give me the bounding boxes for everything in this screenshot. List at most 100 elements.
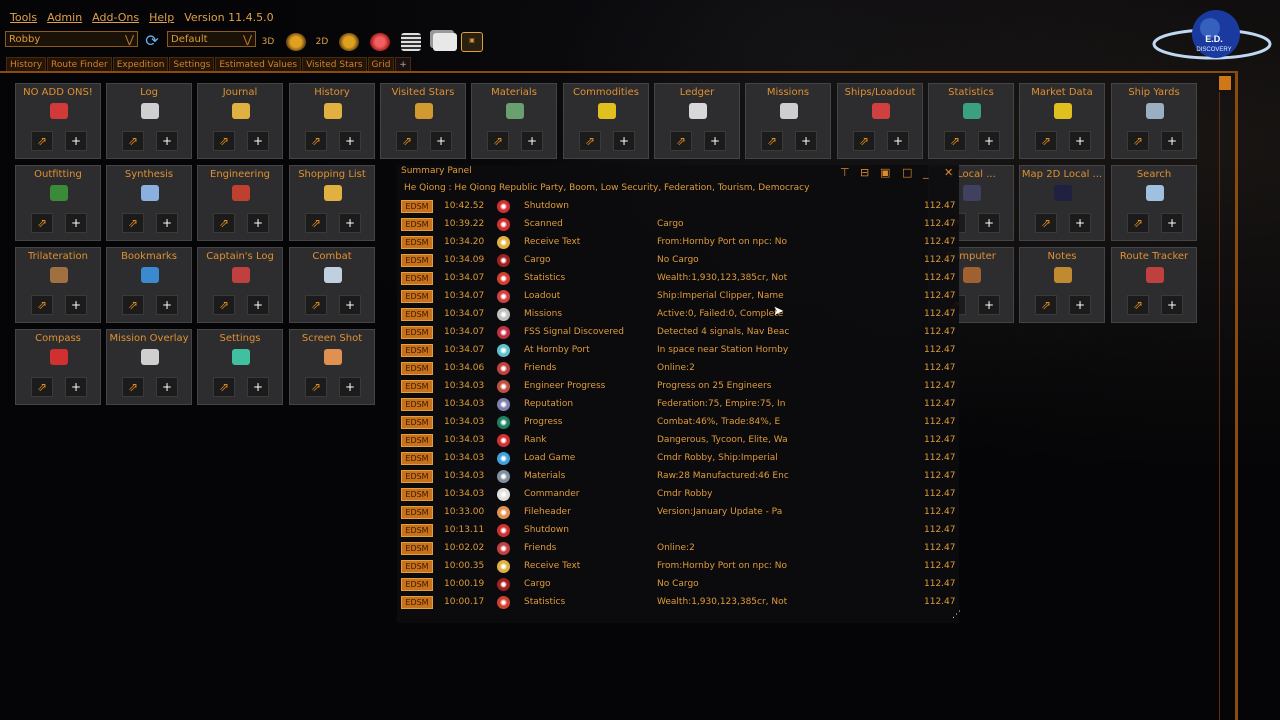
edsm-badge[interactable]: EDSM [401,326,433,339]
popout-icon[interactable]: ⇗ [31,131,53,151]
popout-icon[interactable]: ⇗ [305,377,327,397]
popout-icon[interactable]: ⇗ [213,377,235,397]
summary-row[interactable]: EDSM 10:39.22 Scanned Cargo 112.47 [401,216,956,234]
summary-row[interactable]: EDSM 10:34.03 Rank Dangerous, Tycoon, Elite… [401,432,956,450]
summary-row[interactable]: EDSM 10:33.00 Fileheader Version:January Up… [401,504,956,522]
edsm-badge[interactable]: EDSM [401,398,433,411]
popout-icon[interactable]: ⇗ [122,295,144,315]
add-to-grid-icon[interactable]: + [978,131,1000,151]
add-to-grid-icon[interactable]: + [339,295,361,315]
summary-row[interactable]: EDSM 10:13.11 Shutdown 112.47 [401,522,956,540]
summary-row[interactable]: EDSM 10:34.07 Statistics Wealth:1,930,123,3… [401,270,956,288]
popout-icon[interactable]: ⇗ [122,213,144,233]
popout-icon[interactable]: ⇗ [761,131,783,151]
addons-icon[interactable] [369,31,391,53]
popout-icon[interactable]: ⇗ [1127,131,1149,151]
popout-icon[interactable]: ⇗ [1127,295,1149,315]
summary-row[interactable]: EDSM 10:34.03 Reputation Federation:75, Emp… [401,396,956,414]
popout-icon[interactable]: ⇗ [305,131,327,151]
add-to-grid-icon[interactable]: + [1069,295,1091,315]
summary-row[interactable]: EDSM 10:34.03 Progress Combat:46%, Trade:84… [401,414,956,432]
popout-icon[interactable]: ⇗ [305,213,327,233]
add-to-grid-icon[interactable]: + [887,131,909,151]
add-to-grid-icon[interactable]: + [1161,295,1183,315]
popout-icon[interactable]: ⇗ [579,131,601,151]
add-to-grid-icon[interactable]: + [65,131,87,151]
popout-icon[interactable]: ⇗ [670,131,692,151]
popout-icon[interactable]: ⇗ [1035,131,1057,151]
summary-row[interactable]: EDSM 10:34.06 Friends Online:2 112.47 [401,360,956,378]
popout-window-icon[interactable] [431,31,459,53]
edsm-badge[interactable]: EDSM [401,308,433,321]
popout-icon[interactable]: ⇗ [213,295,235,315]
popout-icon[interactable]: ⇗ [944,131,966,151]
edsm-icon[interactable]: ▣ [461,31,483,53]
2d-gear-icon[interactable] [338,31,360,53]
popout-icon[interactable]: ⇗ [122,131,144,151]
edsm-badge[interactable]: EDSM [401,560,433,573]
popout-icon[interactable]: ⇗ [213,213,235,233]
profile-select[interactable]: Default ⋁ [167,31,256,47]
summary-row[interactable]: EDSM 10:34.20 Receive Text From:Hornby Port… [401,234,956,252]
summary-row[interactable]: EDSM 10:00.35 Receive Text From:Hornby Port… [401,558,956,576]
edsm-badge[interactable]: EDSM [401,434,433,447]
menu-tools[interactable]: Tools [10,11,37,24]
add-to-grid-icon[interactable]: + [156,213,178,233]
edsm-badge[interactable]: EDSM [401,416,433,429]
add-to-grid-icon[interactable]: + [156,377,178,397]
summary-row[interactable]: EDSM 10:34.07 FSS Signal Discovered Detecte… [401,324,956,342]
menu-admin[interactable]: Admin [47,11,82,24]
popout-icon[interactable]: ⇗ [31,377,53,397]
add-to-grid-icon[interactable]: + [65,213,87,233]
3d-map-button[interactable]: 3D [257,31,279,53]
summary-row[interactable]: EDSM 10:34.03 Load Game Cmdr Robby, Ship:Im… [401,450,956,468]
summary-row[interactable]: EDSM 10:34.07 Missions Active:0, Failed:0, … [401,306,956,324]
edsm-badge[interactable]: EDSM [401,542,433,555]
popout-icon[interactable]: ⇗ [396,131,418,151]
add-to-grid-icon[interactable]: + [1161,131,1183,151]
popout-icon[interactable]: ⇗ [31,213,53,233]
add-to-grid-icon[interactable]: + [1069,131,1091,151]
summary-row[interactable]: EDSM 10:00.19 Cargo No Cargo 112.47 [401,576,956,594]
popout-icon[interactable]: ⇗ [487,131,509,151]
add-to-grid-icon[interactable]: + [1161,213,1183,233]
add-to-grid-icon[interactable]: + [704,131,726,151]
add-to-grid-icon[interactable]: + [65,377,87,397]
add-to-grid-icon[interactable]: + [156,295,178,315]
edsm-badge[interactable]: EDSM [401,506,433,519]
add-to-grid-icon[interactable]: + [65,295,87,315]
edsm-badge[interactable]: EDSM [401,488,433,501]
add-to-grid-icon[interactable]: + [247,213,269,233]
minimize-icon[interactable]: _ [923,166,929,179]
transparency-icon[interactable]: ⊤ [840,166,850,179]
summary-row[interactable]: EDSM 10:42.52 Shutdown 112.47 [401,198,956,216]
close-icon[interactable]: ✕ [944,166,953,179]
edsm-badge[interactable]: EDSM [401,596,433,609]
edsm-badge[interactable]: EDSM [401,380,433,393]
columns-icon[interactable]: ⊟ [860,166,869,179]
add-to-grid-icon[interactable]: + [247,131,269,151]
refresh-icon[interactable]: ⟳ [141,29,163,51]
edsm-badge[interactable]: EDSM [401,218,433,231]
scrollbar-thumb[interactable] [1219,76,1231,90]
add-to-grid-icon[interactable]: + [613,131,635,151]
edsm-badge[interactable]: EDSM [401,578,433,591]
summary-row[interactable]: EDSM 10:34.07 Loadout Ship:Imperial Clipper… [401,288,956,306]
add-to-grid-icon[interactable]: + [795,131,817,151]
popout-icon[interactable]: ⇗ [122,377,144,397]
summary-row[interactable]: EDSM 10:34.09 Cargo No Cargo 112.47 [401,252,956,270]
edsm-badge[interactable]: EDSM [401,524,433,537]
add-to-grid-icon[interactable]: + [978,295,1000,315]
commander-select[interactable]: Robby ⋁ [5,31,138,47]
edsm-badge[interactable]: EDSM [401,452,433,465]
popout-icon[interactable]: ⇗ [1127,213,1149,233]
edsm-badge[interactable]: EDSM [401,236,433,249]
add-to-grid-icon[interactable]: + [978,213,1000,233]
popout-icon[interactable]: ⇗ [853,131,875,151]
edsm-badge[interactable]: EDSM [401,362,433,375]
popout-icon[interactable]: ⇗ [1035,213,1057,233]
edsm-badge[interactable]: EDSM [401,200,433,213]
summary-row[interactable]: EDSM 10:34.03 Engineer Progress Progress on… [401,378,956,396]
edsm-badge[interactable]: EDSM [401,254,433,267]
popout-icon[interactable]: ⇗ [31,295,53,315]
